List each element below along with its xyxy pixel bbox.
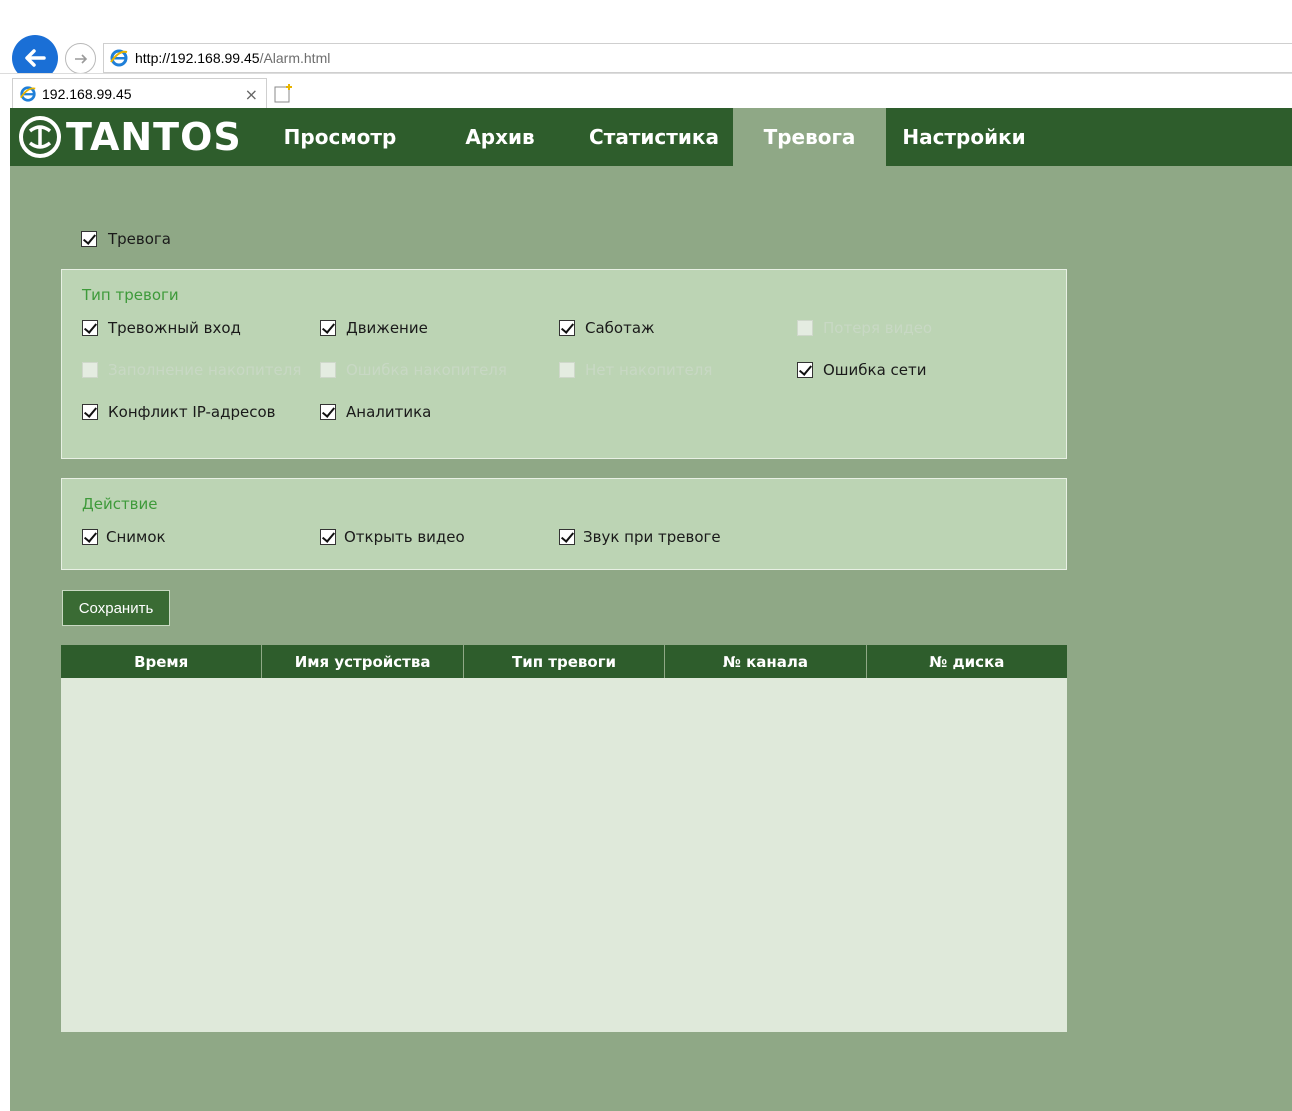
checkbox[interactable] xyxy=(559,529,575,545)
ie-icon xyxy=(110,49,128,67)
checkbox[interactable] xyxy=(82,404,98,420)
checkbox[interactable] xyxy=(320,404,336,420)
ie-icon xyxy=(20,86,36,102)
checkbox xyxy=(559,362,575,378)
option-alarm-sound[interactable]: Звук при тревоге xyxy=(559,528,721,546)
option-tamper[interactable]: Саботаж xyxy=(559,319,655,337)
nav-tab-view[interactable]: Просмотр xyxy=(280,108,400,166)
column-header-channel[interactable]: № канала xyxy=(665,645,867,678)
arrow-left-icon xyxy=(25,49,46,67)
option-snapshot[interactable]: Снимок xyxy=(82,528,166,546)
new-tab-icon[interactable] xyxy=(272,82,294,104)
alarm-enable-checkbox[interactable]: Тревога xyxy=(81,230,171,248)
nav-tab-settings[interactable]: Настройки xyxy=(896,108,1032,166)
top-nav: TANTOS Просмотр Архив Статистика Тревога… xyxy=(10,108,1292,166)
alarm-enable-label: Тревога xyxy=(108,230,172,248)
arrow-right-icon xyxy=(74,53,87,64)
checkbox[interactable] xyxy=(320,320,336,336)
address-bar[interactable]: http://192.168.99.45/Alarm.html xyxy=(103,43,1292,73)
checkbox[interactable] xyxy=(82,529,98,545)
save-button[interactable]: Сохранить xyxy=(62,590,170,626)
option-alarm-input[interactable]: Тревожный вход xyxy=(82,319,241,337)
checkbox[interactable] xyxy=(797,362,813,378)
checkbox[interactable] xyxy=(82,320,98,336)
alarm-type-title: Тип тревоги xyxy=(82,286,179,304)
action-panel: Действие Снимок Открыть видео Звук при т… xyxy=(61,478,1067,570)
checkbox[interactable] xyxy=(81,231,97,247)
column-header-disk[interactable]: № диска xyxy=(867,645,1067,678)
nav-tab-archive[interactable]: Архив xyxy=(450,108,550,166)
checkbox xyxy=(320,362,336,378)
tab-strip: 192.168.99.45 × xyxy=(0,73,1292,109)
option-ip-conflict[interactable]: Конфликт IP-адресов xyxy=(82,403,276,421)
column-header-alarm-type[interactable]: Тип тревоги xyxy=(464,645,666,678)
action-title: Действие xyxy=(82,495,158,513)
option-disk-full: Заполнение накопителя xyxy=(82,361,301,379)
tantos-logo-icon xyxy=(19,116,61,158)
option-network-error[interactable]: Ошибка сети xyxy=(797,361,927,379)
checkbox xyxy=(797,320,813,336)
option-motion[interactable]: Движение xyxy=(320,319,428,337)
logo-text: TANTOS xyxy=(66,115,242,159)
logo: TANTOS xyxy=(18,114,242,160)
table-header: Время Имя устройства Тип тревоги № канал… xyxy=(61,645,1067,678)
checkbox[interactable] xyxy=(559,320,575,336)
option-disk-error: Ошибка накопителя xyxy=(320,361,507,379)
alarm-type-panel: Тип тревоги Тревожный вход Движение Сабо… xyxy=(61,269,1067,459)
forward-button[interactable] xyxy=(65,43,96,74)
url-text: http://192.168.99.45/Alarm.html xyxy=(135,50,331,66)
column-header-time[interactable]: Время xyxy=(61,645,263,678)
checkbox[interactable] xyxy=(320,529,336,545)
option-analytics[interactable]: Аналитика xyxy=(320,403,431,421)
browser-tab[interactable]: 192.168.99.45 × xyxy=(12,78,267,109)
tab-title: 192.168.99.45 xyxy=(42,86,132,102)
browser-chrome: http://192.168.99.45/Alarm.html 192.168.… xyxy=(0,0,1292,109)
option-no-disk: Нет накопителя xyxy=(559,361,712,379)
app-page: TANTOS Просмотр Архив Статистика Тревога… xyxy=(10,108,1292,1111)
option-video-loss: Потеря видео xyxy=(797,319,932,337)
close-icon[interactable]: × xyxy=(245,85,258,104)
alarm-log-table: Время Имя устройства Тип тревоги № канал… xyxy=(61,645,1067,1032)
option-open-video[interactable]: Открыть видео xyxy=(320,528,465,546)
nav-tab-statistics[interactable]: Статистика xyxy=(585,108,723,166)
checkbox xyxy=(82,362,98,378)
column-header-device-name[interactable]: Имя устройства xyxy=(262,645,464,678)
nav-tab-alarm[interactable]: Тревога xyxy=(733,108,886,166)
